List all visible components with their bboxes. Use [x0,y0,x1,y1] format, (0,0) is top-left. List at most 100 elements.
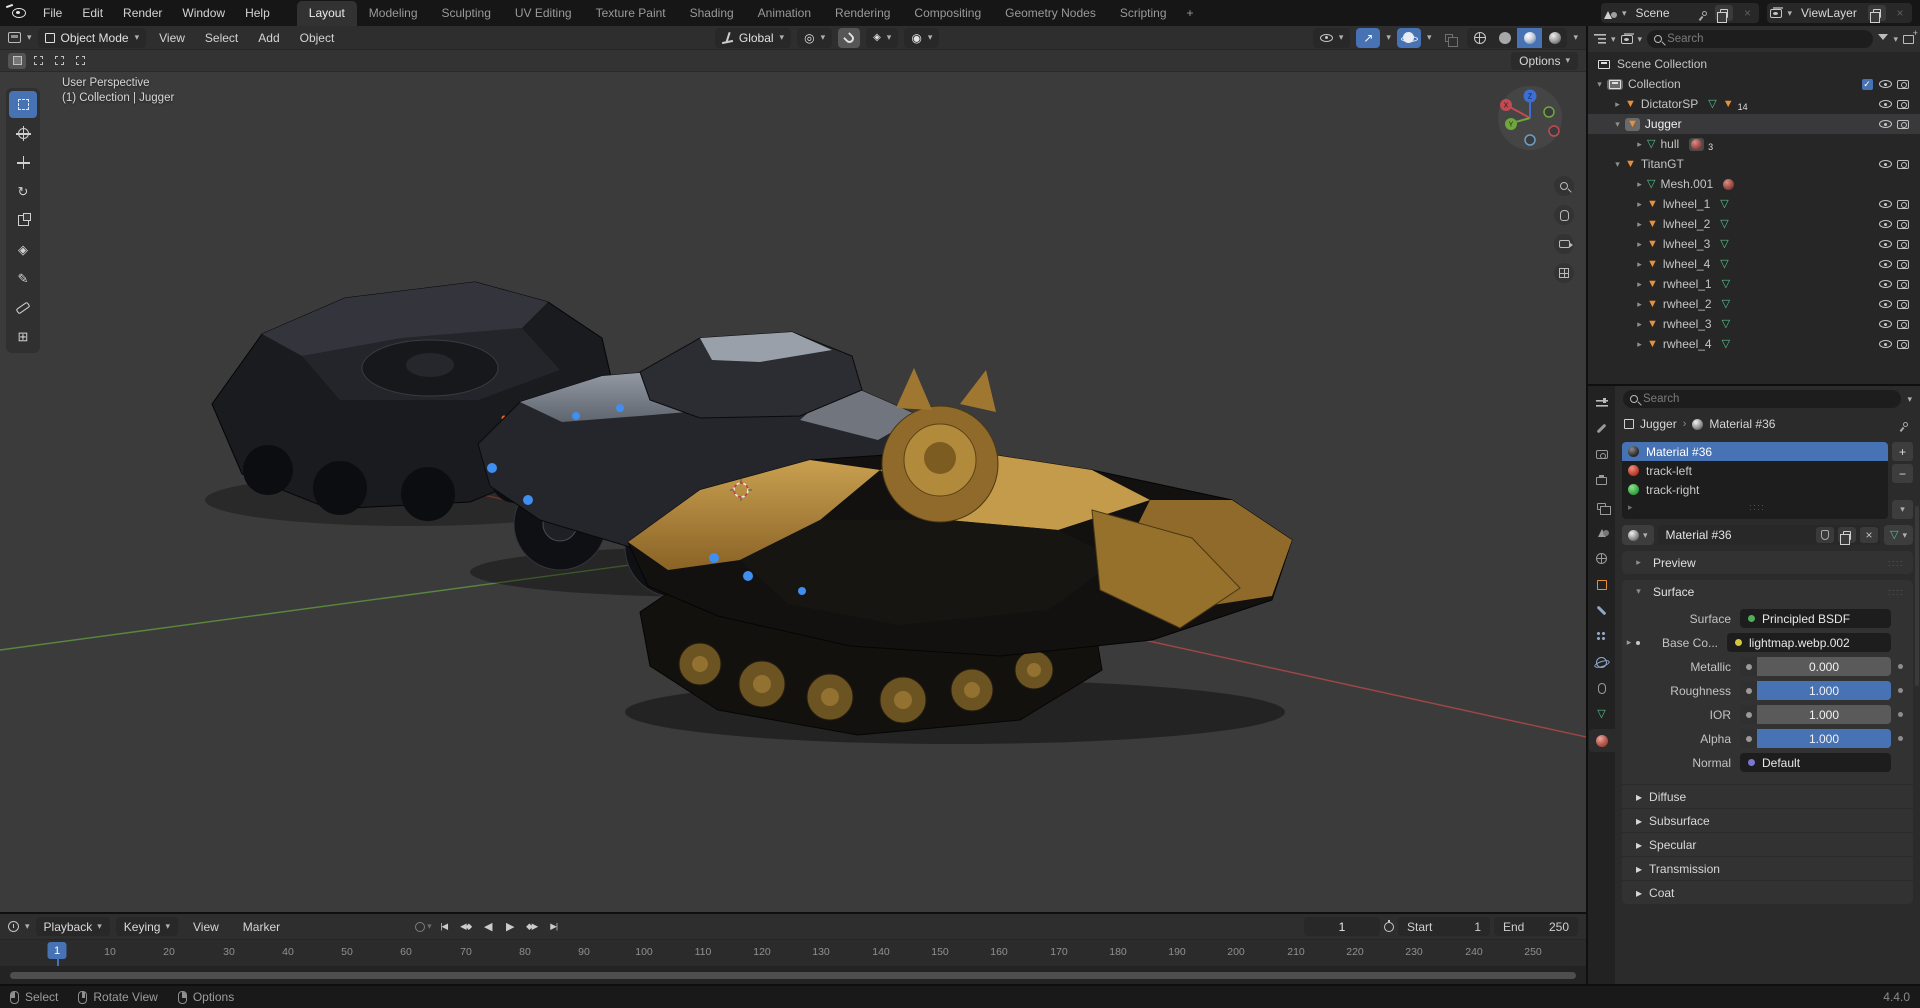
chevron-down-icon[interactable]: ▾ [1638,35,1643,44]
overlays-options-chevron[interactable]: ▾ [1427,33,1432,42]
normal-field[interactable]: Default [1740,753,1891,772]
tab-compositing[interactable]: Compositing [902,1,993,26]
shading-options-chevron[interactable]: ▾ [1573,33,1578,42]
keying-dropdown[interactable]: Keying ▾ [116,917,178,936]
disable-render-toggle[interactable] [1897,80,1909,89]
row-lwheel4[interactable]: ▸ ▼ lwheel_4 ▽ [1588,254,1920,274]
delete-viewlayer-button[interactable]: × [1891,5,1909,21]
next-keyframe-button[interactable]: ◆▶ [522,917,542,936]
ortho-toggle-button[interactable] [1554,263,1574,283]
row-collection[interactable]: ▾ Collection ✓ [1588,74,1920,94]
disable-render-toggle[interactable] [1897,160,1909,169]
hide-viewport-toggle[interactable] [1879,280,1892,288]
slot-track-left[interactable]: track-left [1622,461,1888,480]
expander-icon[interactable]: ▸ [1622,637,1636,648]
pin-icon[interactable] [1701,9,1708,16]
breadcrumb-material[interactable]: Material #36 [1709,417,1775,431]
chevron-down-icon[interactable]: ▾ [1622,9,1627,18]
props-tab-tool[interactable] [1589,417,1615,440]
move-tool[interactable] [9,149,37,176]
disable-render-toggle[interactable] [1897,260,1909,269]
expander-icon[interactable]: ▸ [1632,319,1647,330]
end-frame-field[interactable]: End 250 [1494,917,1578,936]
slot-specials-button[interactable]: ▾ [1892,500,1913,519]
subpanel-coat[interactable]: ▸ Coat [1622,880,1913,904]
chevron-down-icon[interactable]: ▾ [427,922,432,931]
props-tab-object[interactable] [1589,573,1615,596]
new-scene-button[interactable] [1715,5,1733,21]
ior-slider[interactable]: 1.000 [1757,705,1891,724]
rotate-tool[interactable]: ↻ [9,178,37,205]
snap-toggle[interactable] [838,28,860,48]
outliner-search[interactable] [1647,30,1873,48]
viewport-canvas[interactable]: User Perspective (1) Collection | Jugger… [0,72,1586,912]
scene-icon[interactable] [1604,8,1617,19]
surface-panel-header[interactable]: ▾ Surface :::: [1622,580,1913,603]
row-dictatorsp[interactable]: ▸ ▼ DictatorSP ▽ ▼ 14 [1588,94,1920,114]
shading-rendered-button[interactable] [1542,28,1567,48]
hide-viewport-toggle[interactable] [1879,300,1892,308]
chevron-down-icon[interactable]: ▾ [1611,35,1616,44]
disable-render-toggle[interactable] [1897,200,1909,209]
row-scene-collection[interactable]: Scene Collection [1588,54,1920,74]
props-tab-material[interactable] [1589,729,1615,752]
slot-track-right[interactable]: track-right [1622,480,1888,499]
playhead[interactable]: 1 [48,942,67,959]
disable-render-toggle[interactable] [1897,100,1909,109]
hide-viewport-toggle[interactable] [1879,100,1892,108]
pivot-point-dropdown[interactable]: ◎ ▾ [797,28,832,48]
props-tab-output[interactable] [1589,469,1615,492]
tab-shading[interactable]: Shading [678,1,746,26]
hide-viewport-toggle[interactable] [1879,340,1892,348]
menu-tl-view[interactable]: View [184,920,228,934]
menu-tl-marker[interactable]: Marker [234,920,289,934]
fake-user-button[interactable] [1816,527,1834,543]
disable-render-toggle[interactable] [1897,320,1909,329]
shading-wireframe-button[interactable] [1467,28,1492,48]
row-hull[interactable]: ▸ ▽ hull 3 [1588,134,1920,154]
timeline-ruler[interactable]: 10 20 30 40 50 60 70 80 90 100 110 120 1… [0,940,1586,966]
options-button[interactable]: Options ▾ [1511,52,1578,70]
menu-file[interactable]: File [34,0,71,26]
add-workspace-button[interactable]: + [1179,1,1202,26]
socket-button[interactable] [1740,657,1757,676]
expander-icon[interactable]: ▸ [1632,179,1647,190]
timeline-editor-icon[interactable] [8,921,19,932]
jump-to-end-button[interactable]: ▶| [544,917,564,936]
expander-icon[interactable]: ▸ [1632,219,1647,230]
menu-view[interactable]: View [152,28,192,48]
animate-dot[interactable] [1898,712,1903,717]
props-tab-view-layer[interactable] [1589,495,1615,518]
transform-tool[interactable]: ◈ [9,236,37,263]
chevron-down-icon[interactable]: ▾ [1893,35,1898,44]
delete-scene-button[interactable]: × [1738,5,1756,21]
row-jugger[interactable]: ▾ ▼ Jugger [1588,114,1920,134]
row-lwheel1[interactable]: ▸ ▼ lwheel_1 ▽ [1588,194,1920,214]
metallic-slider[interactable]: 0.000 [1757,657,1891,676]
scene-name[interactable]: Scene [1631,6,1697,20]
disable-render-toggle[interactable] [1897,220,1909,229]
zoom-button[interactable] [1554,176,1574,196]
breadcrumb-object[interactable]: Jugger [1640,417,1677,431]
expander-icon[interactable]: ▸ [1632,139,1647,150]
pan-button[interactable] [1554,205,1574,225]
outliner-search-input[interactable] [1667,33,1866,45]
preview-panel-header[interactable]: ▸ Preview :::: [1622,551,1913,574]
props-tab-object-data[interactable]: ▽ [1589,703,1615,726]
copy-material-button[interactable] [1838,527,1856,543]
row-titangt[interactable]: ▾ ▼ TitanGT [1588,154,1920,174]
filter-icon[interactable] [1878,34,1888,45]
cursor-tool[interactable] [9,120,37,147]
visibility-dropdown[interactable]: ▾ [1313,28,1351,48]
expander-icon[interactable]: ▸ [1632,259,1647,270]
hide-viewport-toggle[interactable] [1879,220,1892,228]
subpanel-transmission[interactable]: ▸ Transmission [1622,856,1913,880]
row-rwheel4[interactable]: ▸ ▼ rwheel_4 ▽ [1588,334,1920,354]
tab-animation[interactable]: Animation [746,1,823,26]
current-frame-field[interactable]: 1 [1304,917,1380,936]
annotate-tool[interactable]: ✎ [9,265,37,292]
unlink-material-button[interactable]: × [1860,527,1878,543]
animate-dot[interactable] [1898,736,1903,741]
props-tab-scene[interactable] [1589,521,1615,544]
remove-slot-button[interactable]: − [1892,464,1913,483]
